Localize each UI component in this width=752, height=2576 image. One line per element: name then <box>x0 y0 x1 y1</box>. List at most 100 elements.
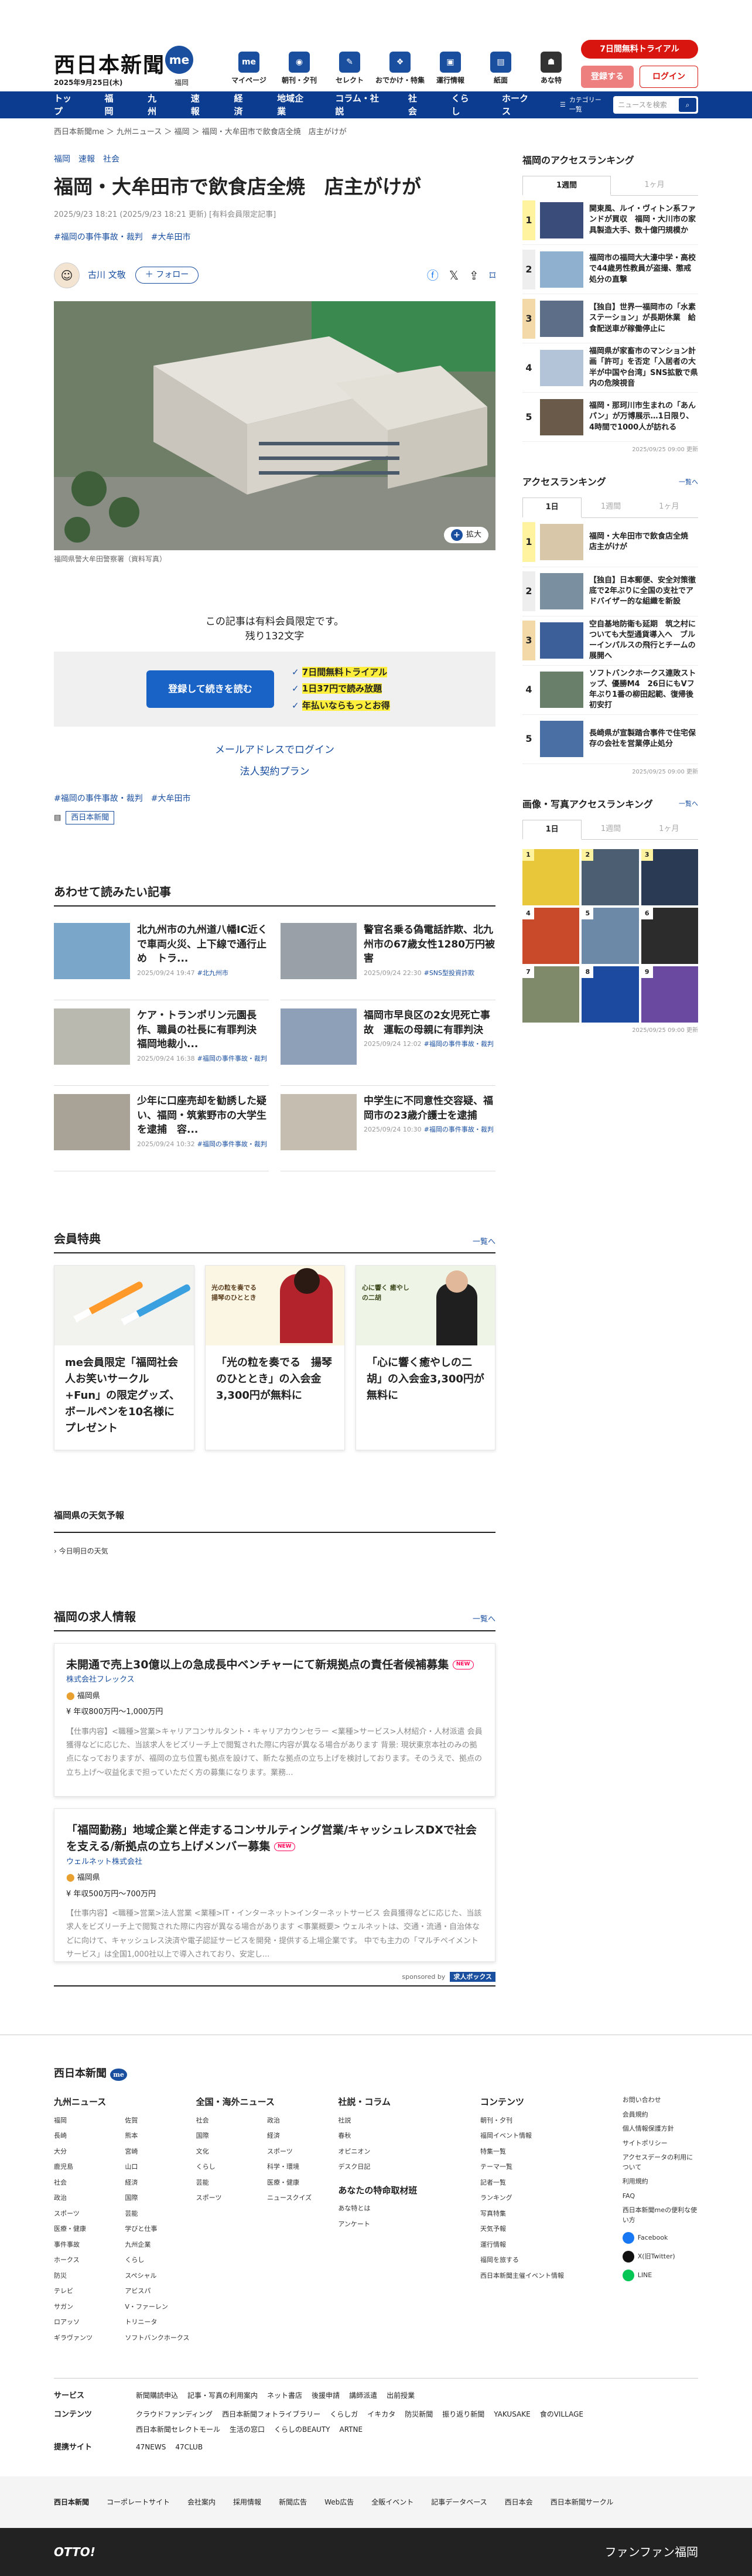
footer-link[interactable]: 天気予報 <box>480 2224 623 2234</box>
header-nav-item[interactable]: ◉ 朝刊・夕刊 <box>274 52 324 86</box>
article-tag[interactable]: #福岡の事件事故・裁判 <box>197 1140 267 1148</box>
ranking-item[interactable]: 5 福岡・那珂川市生まれの「あん パン」が万博展示…1日限り、4時間で1000人が… <box>522 393 698 442</box>
otto-logo[interactable]: OTTO! <box>54 2543 95 2561</box>
ranking-title[interactable]: 空自基地防衛も延期 筑之村についても大型通貨導入へ ブルーインパルスの飛行とチー… <box>589 619 698 662</box>
related-article[interactable]: ケア・トランポリン元園長作、職員の社長に有罪判決 福岡地裁小... 2025/09… <box>54 1000 269 1086</box>
header-nav-item[interactable]: ▤ 紙面 <box>476 52 526 86</box>
footer-link[interactable]: オピニオン <box>338 2147 480 2157</box>
tag-link[interactable]: 社会 <box>103 155 119 164</box>
footer-link[interactable]: 西日本新聞meの便利な使い方 <box>623 2206 698 2225</box>
article-title-link[interactable]: 少年に口座売却を勧誘した疑い、福岡・筑紫野市の大学生を逮捕 容... <box>137 1094 269 1137</box>
corporate-link[interactable]: 記事データベース <box>431 2497 487 2507</box>
footer-link[interactable]: 政治 <box>54 2193 125 2203</box>
register-button[interactable]: 登録する <box>581 66 634 88</box>
footer-link[interactable]: アビスパ <box>125 2287 196 2296</box>
sponsor-logo[interactable]: 求人ボックス <box>450 1971 495 1982</box>
footer-link[interactable]: 会員規約 <box>623 2110 698 2120</box>
footer-link[interactable]: イキカタ <box>367 2409 395 2420</box>
ranking-thumbnail[interactable] <box>540 202 583 238</box>
footer-link[interactable]: サガン <box>54 2302 125 2312</box>
footer-link[interactable]: ARTNE <box>340 2424 363 2435</box>
search-input[interactable]: ニュースを検索 ⌕ <box>613 96 699 114</box>
related-article[interactable]: 福岡市早良区の2女児死亡事故 運転の母親に有罪判決 2025/09/24 12:0… <box>281 1000 495 1086</box>
footer-link[interactable]: ホークス <box>54 2255 125 2265</box>
footer-link[interactable]: 西日本新聞主催イベント情報 <box>480 2271 623 2281</box>
zoom-button[interactable]: + 拡大 <box>443 526 488 543</box>
ranking-thumbnail[interactable] <box>540 622 583 659</box>
article-tag[interactable]: #SNS型投資詐欺 <box>424 969 474 977</box>
footer-link[interactable]: 記事・写真の利用案内 <box>187 2390 258 2402</box>
header-nav-item[interactable]: ❖ おでかけ・特集 <box>375 52 425 86</box>
ranking-item[interactable]: 1 関東風、ルイ・ヴィトン系ファンドが買収 福岡・大川市の家具製造大手、数十億円規… <box>522 196 698 245</box>
footer-link[interactable]: 西日本新聞フォトライブラリー <box>222 2409 320 2420</box>
article-title-link[interactable]: 北九州市の九州道八幡IC近くで車両火災、上下線で通行止め トラ... <box>137 923 269 966</box>
article-thumbnail[interactable] <box>281 923 357 980</box>
footer-link[interactable]: 西日本新聞セレクトモール <box>136 2424 220 2435</box>
footer-link[interactable]: ギラヴァンツ <box>54 2333 125 2343</box>
article-tag[interactable]: #福岡の事件事故・裁判 <box>197 1055 267 1062</box>
ranking-thumbnail[interactable] <box>540 300 583 337</box>
footer-link[interactable]: 学びと仕事 <box>125 2224 196 2234</box>
footer-link[interactable]: 特集一覧 <box>480 2147 623 2157</box>
footer-link[interactable]: 記者一覧 <box>480 2178 623 2188</box>
corporate-plan-link[interactable]: 法人契約プラン <box>54 765 495 780</box>
author-name[interactable]: 古川 文敬 <box>88 268 126 282</box>
site-logo[interactable]: 西日本新聞 <box>54 49 165 81</box>
bottom-hashtags[interactable]: #福岡の事件事故・裁判 #大牟田市 <box>54 793 495 805</box>
job-title[interactable]: 「福岡勤務」地域企業と伴走するコンサルティング営業/キャッシュレスDXで社会を支… <box>66 1822 483 1855</box>
corporate-link[interactable]: 新聞広告 <box>279 2497 307 2507</box>
photo-ranking-item[interactable]: 8 <box>582 966 639 1023</box>
footer-link[interactable]: 山口 <box>125 2162 196 2172</box>
footer-link[interactable]: 47CLUB <box>175 2442 203 2454</box>
article-hashtags[interactable]: #福岡の事件事故・裁判 #大牟田市 <box>54 231 495 244</box>
article-tag[interactable]: #福岡の事件事故・裁判 <box>424 1126 494 1133</box>
gnav-item[interactable]: トップ <box>54 92 86 118</box>
gnav-item[interactable]: 速報 <box>191 92 216 118</box>
footer-link[interactable]: 振り返り新聞 <box>442 2409 484 2420</box>
footer-link[interactable]: 社会 <box>54 2178 125 2188</box>
footer-link[interactable]: ネット書店 <box>267 2390 302 2402</box>
photo-ranking-item[interactable]: 9 <box>641 966 698 1023</box>
corporate-link[interactable]: 全販イベント <box>371 2497 413 2507</box>
ranking-thumbnail[interactable] <box>540 251 583 288</box>
corporate-link[interactable]: Web広告 <box>324 2497 354 2507</box>
gnav-item[interactable]: 九州 <box>148 92 172 118</box>
footer-link[interactable]: トリニータ <box>125 2318 196 2328</box>
tag-link[interactable]: 福岡 <box>54 155 70 164</box>
article-thumbnail[interactable] <box>281 1008 357 1065</box>
sns-link[interactable]: LINE <box>622 2270 698 2282</box>
gnav-item[interactable]: 経済 <box>234 92 258 118</box>
search-icon[interactable]: ⌕ <box>679 98 697 112</box>
ranking-title[interactable]: 【独自】世界一福岡市の「水素ステーション」が長期休業 給食配送車が稼働停止に <box>589 302 698 335</box>
footer-link[interactable]: くらしのBEAUTY <box>274 2424 330 2435</box>
ranking-title[interactable]: 【独自】日本郵便、安全対策徹底で2年ぶりに全国の支社でアドバイザー的な組織を新設 <box>589 575 698 608</box>
article-thumbnail[interactable] <box>281 1094 357 1151</box>
article-photo[interactable]: + 拡大 <box>54 301 495 550</box>
article-thumbnail[interactable] <box>54 1094 130 1151</box>
corporate-link[interactable]: 西日本会 <box>505 2497 533 2507</box>
perk-card[interactable]: 光の粒を奏でる 揚琴のひととき 「光の粒を奏でる 揚琴のひととき」の入会金3,3… <box>205 1265 345 1451</box>
footer-link[interactable]: 宮崎 <box>125 2147 196 2157</box>
article-title-link[interactable]: 警官名乗る偽電話詐欺、北九州市の67歳女性1280万円被害 <box>364 923 495 966</box>
ranking-item[interactable]: 2 福岡市の福岡大大濠中学・高校で44歳男性教員が盗撮、懲戒処分の直撃 <box>522 245 698 294</box>
photo-ranking-item[interactable]: 4 <box>522 908 580 964</box>
corporate-link[interactable]: 会社案内 <box>187 2497 216 2507</box>
footer-link[interactable]: 防災 <box>54 2271 125 2281</box>
corporate-logo[interactable]: 西日本新聞 <box>54 2497 89 2507</box>
related-article[interactable]: 北九州市の九州道八幡IC近くで車両火災、上下線で通行止め トラ... 2025/0… <box>54 915 269 1001</box>
perk-card[interactable]: me会員限定「福岡社会人お笑いサークル+Fun」の限定グッズ、ボールペンを10名… <box>54 1265 194 1451</box>
gnav-item[interactable]: ホークス <box>502 92 541 118</box>
header-nav-item[interactable]: me マイページ <box>224 52 274 86</box>
footer-link[interactable]: 文化 <box>196 2147 267 2157</box>
footer-link[interactable]: ロアッソ <box>54 2318 125 2328</box>
gnav-item[interactable]: 地域企業 <box>277 92 316 118</box>
footer-link[interactable]: 朝刊・夕刊 <box>480 2116 623 2126</box>
footer-link[interactable]: ニュースクイズ <box>267 2193 338 2203</box>
ranking-thumbnail[interactable] <box>540 721 583 757</box>
ranking-thumbnail[interactable] <box>540 398 583 435</box>
related-article[interactable]: 少年に口座売却を勧誘した疑い、福岡・筑紫野市の大学生を逮捕 容... 2025/0… <box>54 1086 269 1172</box>
category-menu[interactable]: ☰ カテゴリー一覧 <box>560 96 606 115</box>
ranking-title[interactable]: 福岡市の福岡大大濠中学・高校で44歳男性教員が盗撮、懲戒処分の直撃 <box>589 253 698 285</box>
footer-link[interactable]: 鹿児島 <box>54 2162 125 2172</box>
tab-day[interactable]: 1日 <box>522 498 582 518</box>
